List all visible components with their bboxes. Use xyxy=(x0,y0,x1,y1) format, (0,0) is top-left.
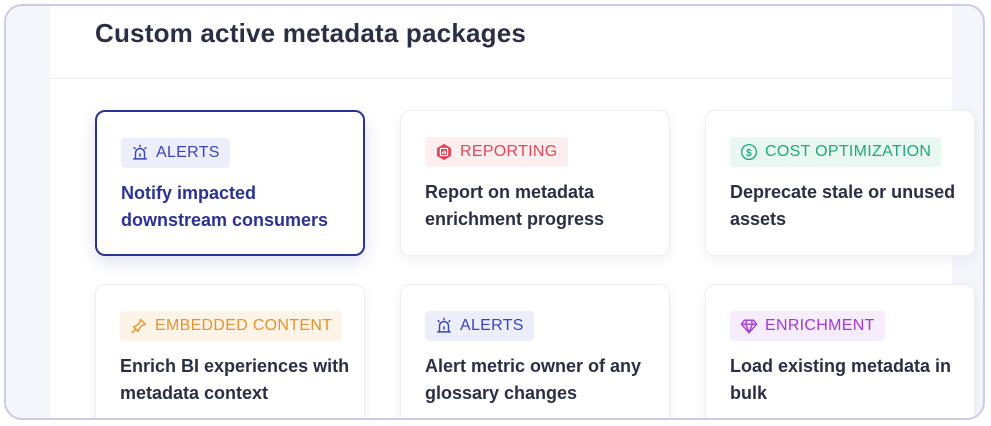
category-tag-cost-optimization: $ COST OPTIMIZATION xyxy=(730,137,942,167)
packages-panel: Custom active metadata packages ALERTS N… xyxy=(50,6,975,418)
package-card-deprecate-assets[interactable]: $ COST OPTIMIZATION Deprecate stale or u… xyxy=(705,110,975,256)
category-tag-enrichment: ENRICHMENT xyxy=(730,311,885,341)
alarm-icon xyxy=(436,317,452,333)
svg-text:$: $ xyxy=(746,148,752,159)
section-title: Custom active metadata packages xyxy=(95,18,527,48)
category-tag-reporting: REPORTING xyxy=(425,137,568,167)
alarm-icon xyxy=(132,144,148,160)
package-card-notify-consumers[interactable]: ALERTS Notify impacted downstream consum… xyxy=(95,110,365,256)
package-description: Load existing metadata in bulk xyxy=(730,356,952,403)
report-icon xyxy=(436,143,452,161)
package-card-alert-metric-owner[interactable]: ALERTS Alert metric owner of any glossar… xyxy=(400,284,670,418)
category-tag-alerts: ALERTS xyxy=(425,311,534,341)
category-tag-label: EMBEDDED CONTENT xyxy=(155,317,333,334)
package-description: Enrich BI experiences with metadata cont… xyxy=(120,356,350,403)
package-card-enrich-bi[interactable]: EMBEDDED CONTENT Enrich BI experiences w… xyxy=(95,284,365,418)
package-description: Report on metadata enrichment progress xyxy=(425,182,605,229)
package-description: Notify impacted downstream consumers xyxy=(121,183,329,230)
category-tag-label: ALERTS xyxy=(460,317,524,334)
window-frame: Custom active metadata packages ALERTS N… xyxy=(4,4,985,420)
category-tag-label: COST OPTIMIZATION xyxy=(765,143,932,160)
package-description: Alert metric owner of any glossary chang… xyxy=(425,356,642,403)
category-tag-alerts: ALERTS xyxy=(121,138,230,168)
category-tag-embedded-content: EMBEDDED CONTENT xyxy=(120,311,343,341)
section-header: Custom active metadata packages xyxy=(50,6,952,79)
diamond-icon xyxy=(740,319,758,334)
category-tag-label: ALERTS xyxy=(156,144,220,161)
package-card-report-enrichment[interactable]: REPORTING Report on metadata enrichment … xyxy=(400,110,670,256)
embed-icon xyxy=(131,318,147,334)
category-tag-label: REPORTING xyxy=(460,143,558,160)
package-card-load-metadata[interactable]: ENRICHMENT Load existing metadata in bul… xyxy=(705,284,975,418)
category-tag-label: ENRICHMENT xyxy=(765,317,875,334)
dollar-icon: $ xyxy=(740,143,758,161)
package-description: Deprecate stale or unused assets xyxy=(730,182,956,229)
